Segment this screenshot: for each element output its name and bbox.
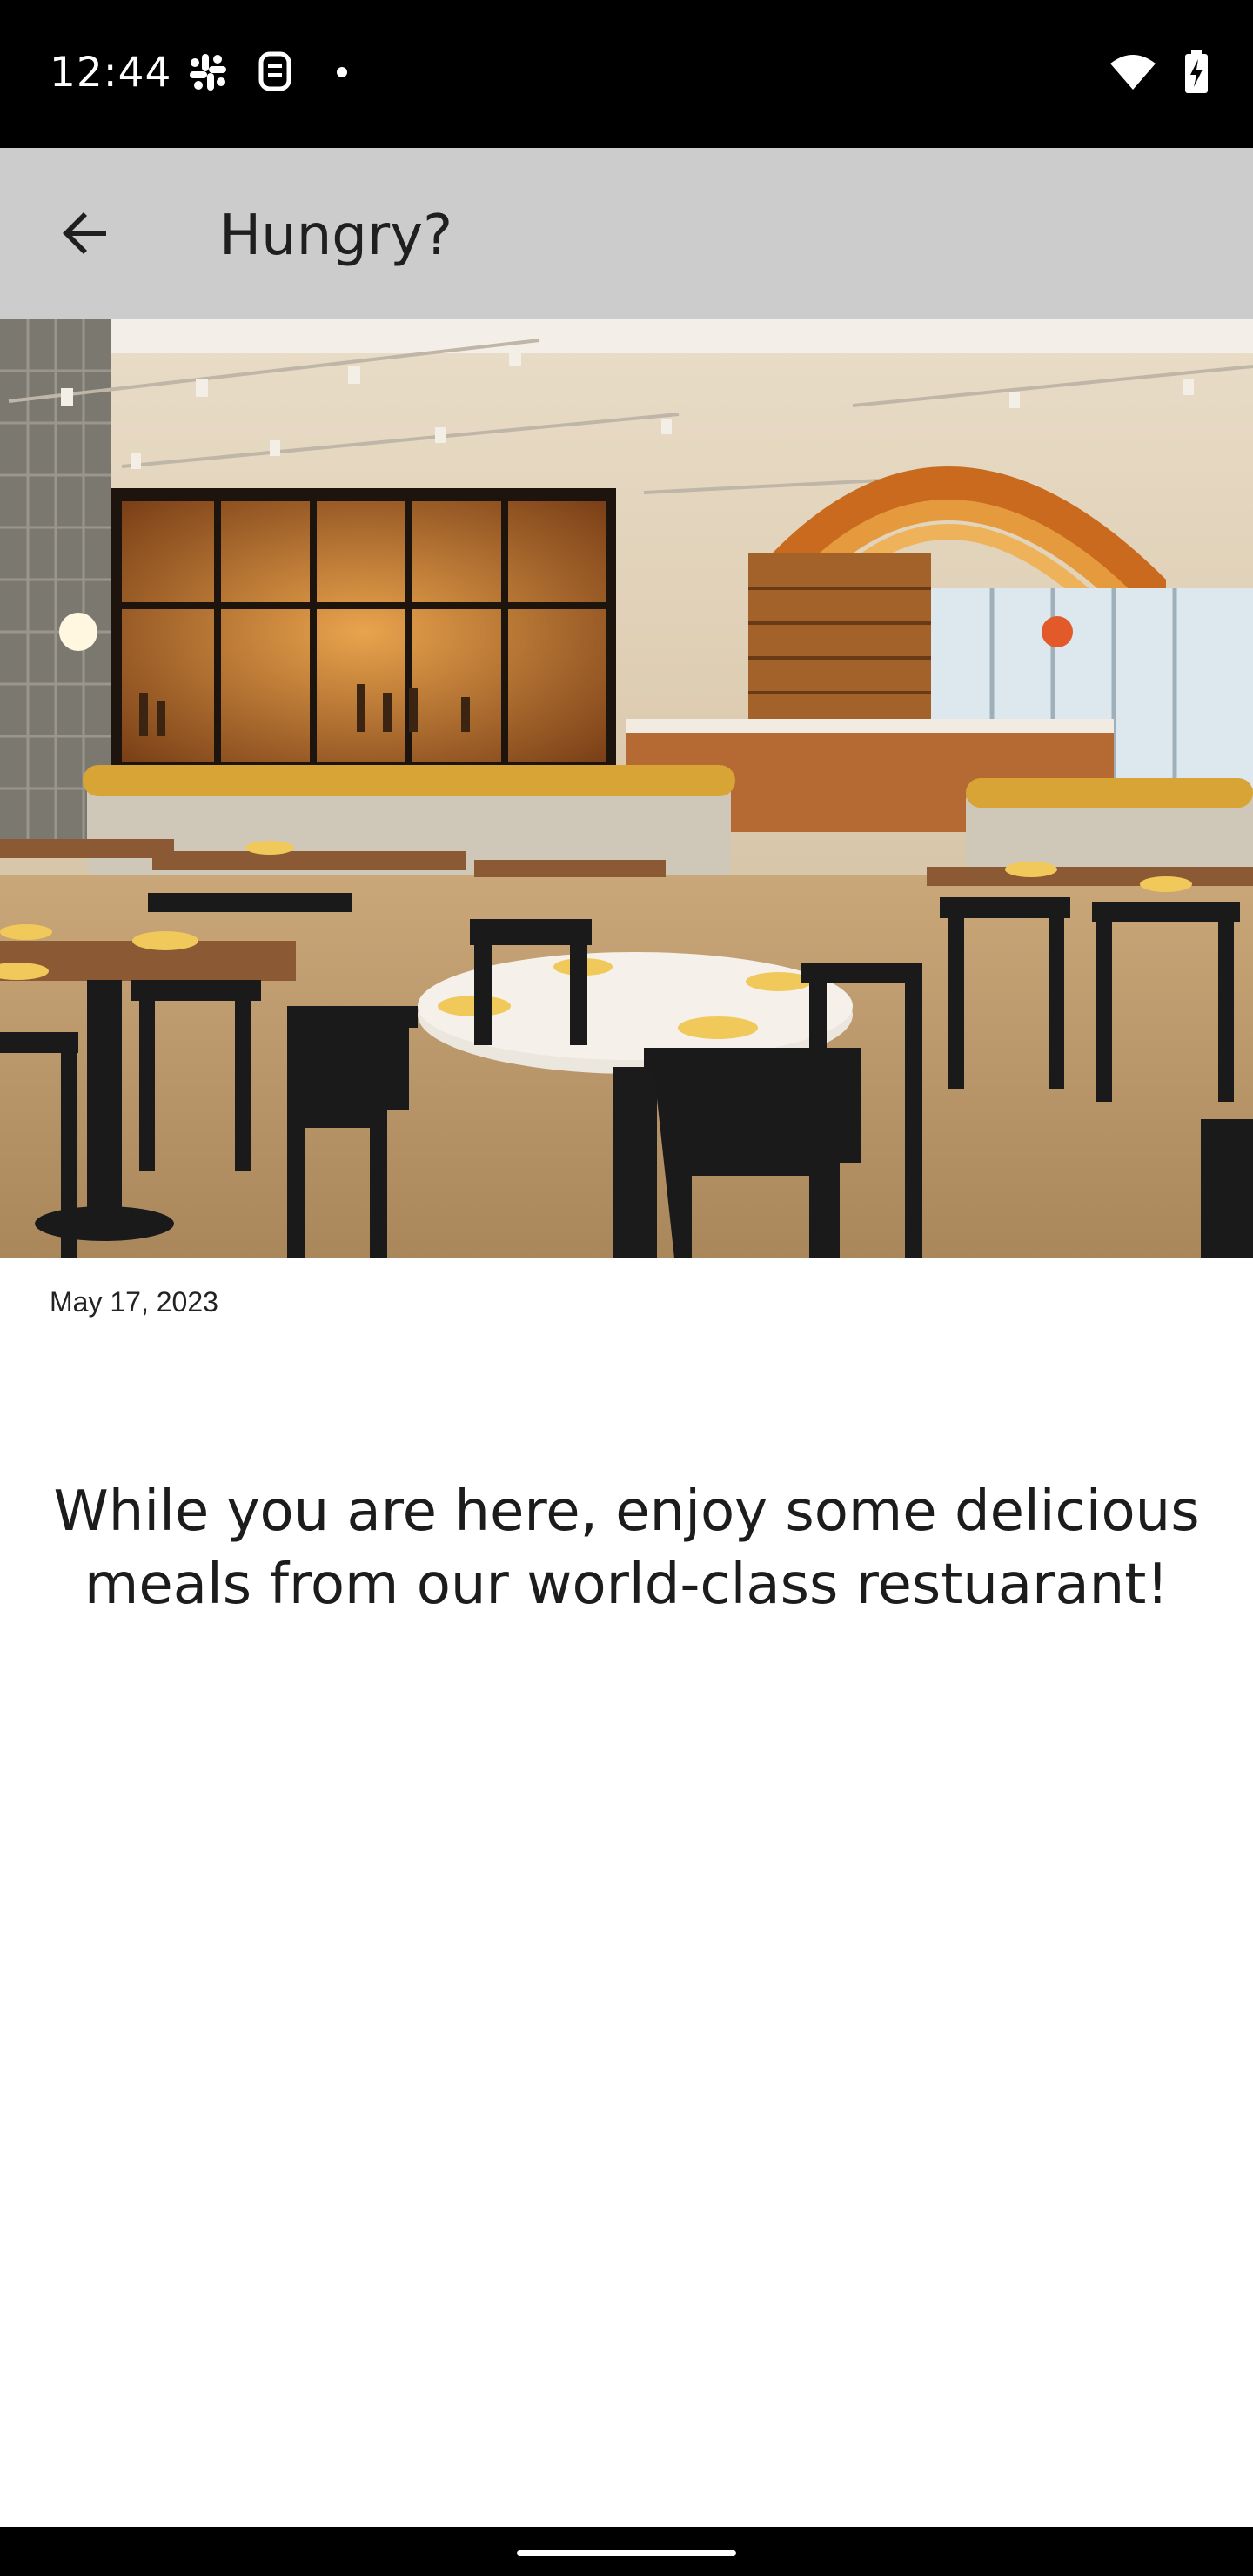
status-bar: 12:44: [0, 0, 1253, 148]
restaurant-photo: [0, 319, 1253, 1258]
post-body: While you are here, enjoy some delicious…: [53, 1479, 1200, 1617]
wifi-icon: [1109, 53, 1157, 96]
status-time: 12:44: [50, 49, 172, 97]
arrow-back-icon: [63, 212, 106, 254]
back-button[interactable]: [44, 191, 127, 275]
hero-image: [0, 319, 1253, 1258]
battery-charging-icon: [1183, 50, 1209, 98]
page-title: Hungry?: [219, 204, 453, 268]
post-date: May 17, 2023: [50, 1286, 218, 1318]
robot-icon: [256, 50, 294, 98]
home-gesture-handle[interactable]: [517, 2550, 736, 2556]
slack-icon: [186, 50, 230, 98]
system-nav-bar: [0, 2527, 1253, 2576]
app-bar: Hungry?: [0, 148, 1253, 319]
dot-icon: [336, 66, 348, 83]
